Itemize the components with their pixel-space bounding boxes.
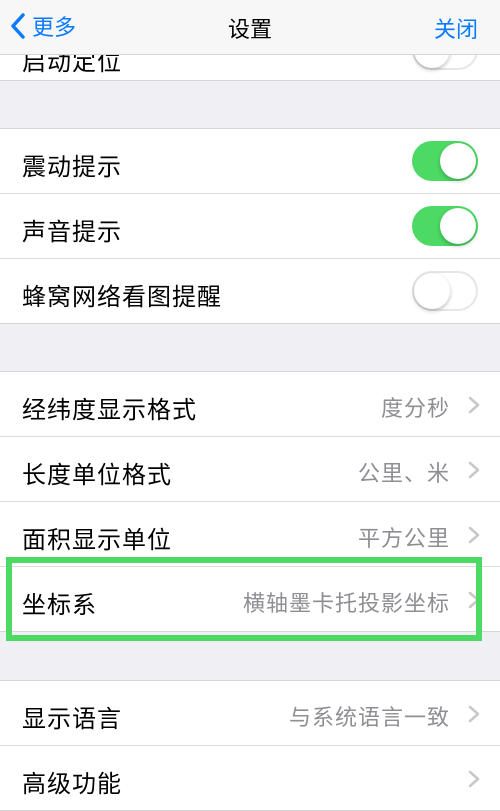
row-label: 显示语言 <box>22 705 122 733</box>
cellular-reminder-row[interactable]: 蜂窝网络看图提醒 <box>0 259 500 323</box>
vibration-row[interactable]: 震动提示 <box>0 129 500 194</box>
sound-toggle[interactable] <box>412 206 478 246</box>
row-label: 坐标系 <box>22 591 97 619</box>
chevron-right-icon <box>468 526 480 544</box>
row-value: 公里、米 <box>357 462 450 487</box>
row-value: 与系统语言一致 <box>288 706 450 731</box>
cellular-reminder-toggle[interactable] <box>412 271 478 311</box>
row-value: 横轴墨卡托投影坐标 <box>242 592 450 617</box>
page-title: 设置 <box>227 18 272 43</box>
row-label: 经纬度显示格式 <box>22 396 197 424</box>
row-label: 蜂窝网络看图提醒 <box>22 283 222 311</box>
chevron-right-icon <box>468 705 480 723</box>
advanced-features-row[interactable]: 高级功能 <box>0 746 500 810</box>
row-value: 平方公里 <box>357 527 450 552</box>
display-language-row[interactable]: 显示语言 与系统语言一致 <box>0 681 500 746</box>
chevron-right-icon <box>468 591 480 609</box>
close-button[interactable]: 关闭 <box>434 12 478 44</box>
chevron-right-icon <box>468 770 480 788</box>
navigation-bar: 更多 设置 关闭 <box>0 0 500 55</box>
latlng-format-row[interactable]: 经纬度显示格式 度分秒 <box>0 372 500 437</box>
misc-group: 显示语言 与系统语言一致 高级功能 <box>0 680 500 811</box>
chevron-right-icon <box>468 396 480 414</box>
row-label: 长度单位格式 <box>22 461 172 489</box>
format-group: 经纬度显示格式 度分秒 长度单位格式 公里、米 面积显示单位 平方公里 坐标系 … <box>0 371 500 632</box>
toggle-knob <box>440 143 476 179</box>
coordinate-system-row[interactable]: 坐标系 横轴墨卡托投影坐标 <box>0 567 500 631</box>
vibration-toggle[interactable] <box>412 141 478 181</box>
chevron-right-icon <box>468 461 480 479</box>
toggle-knob <box>414 273 450 309</box>
row-label: 高级功能 <box>22 770 122 798</box>
row-label: 面积显示单位 <box>22 526 172 554</box>
row-value: 度分秒 <box>380 397 450 422</box>
row-label: 声音提示 <box>22 218 122 246</box>
row-label: 震动提示 <box>22 153 122 181</box>
toggle-knob <box>440 208 476 244</box>
alerts-group: 震动提示 声音提示 蜂窝网络看图提醒 <box>0 128 500 324</box>
area-unit-row[interactable]: 面积显示单位 平方公里 <box>0 502 500 567</box>
length-unit-row[interactable]: 长度单位格式 公里、米 <box>0 437 500 502</box>
sound-row[interactable]: 声音提示 <box>0 194 500 259</box>
